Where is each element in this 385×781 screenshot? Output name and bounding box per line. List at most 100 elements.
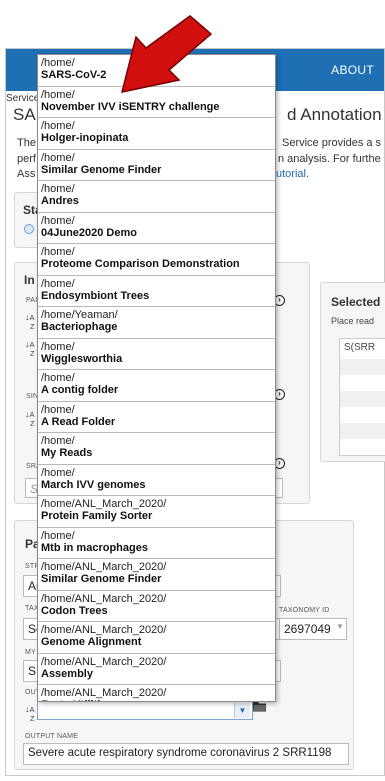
folder-option[interactable]: /home/Mtb in macrophages	[38, 528, 275, 559]
folder-option-name: Fasta Utilities	[41, 699, 272, 701]
folder-option[interactable]: /home/ANL_March_2020/Assembly	[38, 654, 275, 685]
folder-option-path: /home/	[41, 435, 75, 447]
folder-option-path: /home/ANL_March_2020/	[41, 561, 167, 573]
list-stripe	[340, 359, 385, 375]
taxonomy-id-label: TAXONOMY ID	[279, 607, 330, 614]
folder-option-name: November IVV iSENTRY challenge	[41, 100, 220, 113]
folder-option[interactable]: /home/ANL_March_2020/Protein Family Sort…	[38, 496, 275, 528]
output-name-input[interactable]: Severe acute respiratory syndrome corona…	[23, 743, 349, 765]
folder-option-name: Bacteriophage	[41, 321, 118, 333]
desc-line-1-start: The	[17, 137, 36, 149]
folder-option-path: /home/	[41, 57, 75, 69]
folder-option-path: /home/ANL_March_2020/	[41, 624, 167, 636]
folder-icon[interactable]	[253, 700, 267, 715]
folder-option-path: /home/	[41, 88, 75, 101]
folder-option-name: Similar Genome Finder	[41, 163, 162, 176]
folder-option-path: /home/	[41, 403, 75, 416]
folder-option-name: Assembly	[41, 667, 93, 680]
paired-read-label: PAI	[26, 297, 38, 304]
selected-libraries-hint: Place read	[331, 316, 375, 326]
folder-option-path: /home/	[41, 120, 75, 132]
folder-option-path: /home/	[41, 246, 75, 258]
folder-option[interactable]: /home/My Reads	[38, 433, 275, 465]
folder-option[interactable]: /home/Similar Genome Finder	[38, 150, 275, 181]
selected-libraries-label: Selected	[331, 295, 381, 309]
folder-option-name: SARS-CoV-2	[41, 69, 107, 81]
folder-option-name: Proteome Comparison Demonstration	[41, 258, 240, 270]
desc-line-3-end[interactable]: utorial.	[276, 168, 309, 180]
folder-option-path: /home/ANL_March_2020/	[41, 498, 167, 510]
sort-az-icon[interactable]: ↓A Z	[25, 705, 35, 723]
folder-option-path: /home/ANL_March_2020/	[41, 655, 167, 668]
output-name-label: OUTPUT NAME	[25, 733, 79, 740]
folder-option-name: Holger-inopinata	[41, 132, 129, 144]
folder-option-name: A Read Folder	[41, 415, 116, 428]
folder-option[interactable]: /home/Holger-inopinata	[38, 118, 275, 150]
taxonomy-id-input[interactable]: 2697049 ▼	[279, 618, 347, 640]
folder-option-name: Genome Alignment	[41, 636, 142, 648]
folder-option[interactable]: /home/Andres	[38, 181, 275, 213]
tutorial-link[interactable]: utorial.	[276, 168, 309, 180]
folder-option-path: /home/	[41, 529, 75, 542]
breadcrumb[interactable]: Service	[6, 93, 39, 104]
folder-option-path: /home/	[41, 151, 75, 164]
folder-option-name: 04June2020 Demo	[41, 226, 137, 239]
folder-option-path: /home/	[41, 466, 75, 479]
output-folder-input[interactable]	[37, 701, 253, 720]
chevron-down-icon[interactable]: ▼	[234, 703, 250, 718]
folder-dropdown-list: /home/SARS-CoV-2/home/November IVV iSENT…	[37, 54, 276, 702]
chevron-down-icon[interactable]: ▼	[336, 622, 344, 631]
input-file-label: In	[24, 273, 35, 287]
folder-option[interactable]: /home/ANL_March_2020/Codon Trees	[38, 591, 275, 622]
taxonomy-id-value: 2697049	[284, 622, 331, 636]
list-stripe	[340, 423, 385, 439]
start-radio[interactable]	[24, 224, 34, 234]
folder-option-name: Mtb in macrophages	[41, 541, 148, 554]
folder-option-path: /home/	[41, 183, 75, 195]
folder-option-path: /home/	[41, 277, 75, 290]
desc-line-2-start: perf	[17, 153, 36, 165]
desc-line-3-start: Ass	[17, 168, 36, 180]
my-label-label: MY	[25, 649, 36, 656]
nav-about-link[interactable]: ABOUT	[331, 63, 374, 77]
selected-library-row[interactable]: S(SRR	[344, 342, 375, 353]
folder-option-name: My Reads	[41, 447, 93, 459]
desc-line-2-end: n analysis. For furthe	[278, 153, 381, 165]
folder-option[interactable]: /home/ANL_March_2020/Similar Genome Find…	[38, 559, 275, 591]
folder-option-name: Wigglesworthia	[41, 352, 123, 365]
page-title-start: SA	[13, 105, 36, 124]
folder-option[interactable]: /home/Endosymbiont Trees	[38, 276, 275, 307]
folder-option[interactable]: /home/Proteome Comparison Demonstration	[38, 244, 275, 276]
folder-option[interactable]: /home/SARS-CoV-2	[38, 55, 275, 87]
folder-option-name: Endosymbiont Trees	[41, 289, 150, 302]
folder-option-path: /home/	[41, 214, 75, 227]
folder-option[interactable]: /home/A Read Folder	[38, 402, 275, 433]
folder-option[interactable]: /home/March IVV genomes	[38, 465, 275, 496]
sort-az-icon[interactable]: ↓A Z	[25, 410, 35, 428]
folder-option[interactable]: /home/November IVV iSENTRY challenge	[38, 87, 275, 118]
folder-option-path: /home/ANL_March_2020/	[41, 687, 167, 699]
folder-option-name: March IVV genomes	[41, 478, 146, 491]
selected-libraries-panel: Selected Place read S(SRR	[320, 282, 385, 462]
page-title-end: d Annotation	[287, 105, 382, 124]
folder-option-name: Protein Family Sorter	[41, 510, 153, 522]
folder-option[interactable]: /home/04June2020 Demo	[38, 213, 275, 244]
folder-option-name: Andres	[41, 195, 79, 207]
selected-libraries-list: S(SRR	[339, 338, 385, 456]
sort-az-icon[interactable]: ↓A Z	[25, 313, 35, 331]
folder-option[interactable]: /home/A contig folder	[38, 370, 275, 402]
folder-option-path: /home/Yeaman/	[41, 309, 118, 321]
list-stripe	[340, 391, 385, 407]
sort-az-icon[interactable]: ↓A Z	[25, 340, 35, 358]
folder-option[interactable]: /home/ANL_March_2020/Genome Alignment	[38, 622, 275, 654]
folder-option-path: /home/	[41, 340, 75, 353]
folder-option-name: Codon Trees	[41, 604, 108, 617]
folder-option-path: /home/ANL_March_2020/	[41, 592, 167, 605]
desc-line-1-end: Service provides a s	[282, 137, 382, 149]
folder-option[interactable]: /home/Wigglesworthia	[38, 339, 275, 370]
folder-option[interactable]: /home/Yeaman/Bacteriophage	[38, 307, 275, 339]
folder-option-path: /home/	[41, 372, 75, 384]
folder-option-name: A contig folder	[41, 384, 119, 396]
folder-option-name: Similar Genome Finder	[41, 573, 162, 585]
folder-option[interactable]: /home/ANL_March_2020/Fasta Utilities	[38, 685, 275, 701]
